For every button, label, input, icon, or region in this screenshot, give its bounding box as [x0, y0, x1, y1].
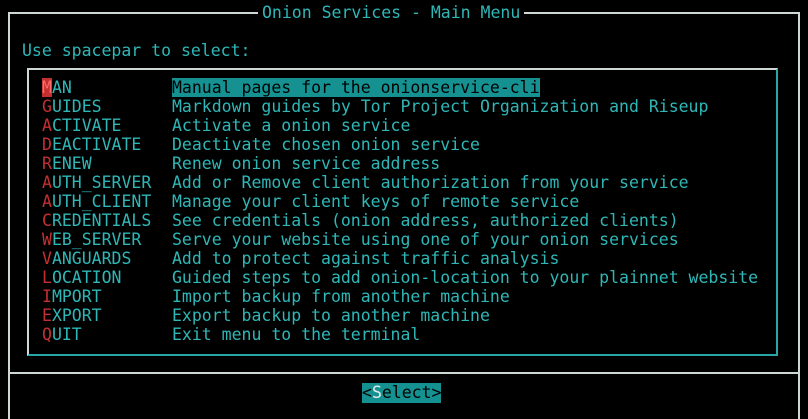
menu-item-description: Serve your website using one of your oni… — [172, 230, 679, 249]
menu-item-hotkey: M — [42, 78, 52, 97]
menu-item-tag: AUTH_SERVER — [42, 173, 151, 192]
menu-item-tag: QUIT — [42, 325, 82, 344]
menu-item-tag: MAN — [42, 78, 72, 97]
menu-item-hotkey: A — [42, 173, 52, 192]
button-area-divider — [8, 372, 800, 374]
menu-item[interactable]: GUIDES Markdown guides by Tor Project Org… — [42, 97, 772, 116]
select-button-open: < — [362, 383, 372, 402]
menu-item[interactable]: LOCATION Guided steps to add onion-locati… — [42, 268, 772, 287]
menu-item[interactable]: ACTIVATE Activate a onion service — [42, 116, 772, 135]
menu-item-tag-rest: ANGUARDS — [51, 249, 132, 268]
menu-item-hotkey: A — [42, 192, 52, 211]
menu-item-tag-rest: REDENTIALS — [51, 211, 152, 230]
menu-item-hotkey: W — [42, 230, 52, 249]
menu-item[interactable]: DEACTIVATE Deactivate chosen onion servic… — [42, 135, 772, 154]
menu-item[interactable]: WEB_SERVER Serve your website using one o… — [42, 230, 772, 249]
menu-item-description: Deactivate chosen onion service — [172, 135, 480, 154]
menu-item[interactable]: MAN Manual pages for the onionservice-cli — [42, 78, 772, 97]
menu-item-hotkey: A — [42, 116, 52, 135]
menu-item-description: Import backup from another machine — [172, 287, 510, 306]
select-button-close: > — [431, 383, 442, 402]
menu-item-tag: DEACTIVATE — [42, 135, 141, 154]
menu-item-tag: ACTIVATE — [42, 116, 121, 135]
menu-item-description: Markdown guides by Tor Project Organizat… — [172, 97, 709, 116]
menu-item-hotkey: E — [42, 306, 52, 325]
menu-item-hotkey: L — [42, 268, 52, 287]
menu-item-tag-rest: EB_SERVER — [51, 230, 142, 249]
menu-item[interactable]: QUIT Exit menu to the terminal — [42, 325, 772, 344]
menu-item[interactable]: IMPORT Import backup from another machine — [42, 287, 772, 306]
select-button[interactable]: <Select> — [362, 383, 442, 403]
dialog-border-left — [8, 12, 10, 419]
menu-item-tag-rest: XPORT — [51, 306, 102, 325]
menu-item-tag: VANGUARDS — [42, 249, 131, 268]
select-button-label: elect — [381, 383, 432, 402]
menu-item-tag-rest: UTH_SERVER — [51, 173, 152, 192]
menu-item[interactable]: RENEW Renew onion service address — [42, 154, 772, 173]
menu-item-hotkey: G — [42, 97, 52, 116]
menu-item-tag-rest: CTIVATE — [51, 116, 122, 135]
menu-item-tag: CREDENTIALS — [42, 211, 151, 230]
menu-item-tag: LOCATION — [42, 268, 121, 287]
menu-item-hotkey: R — [42, 154, 52, 173]
menu-item-description: Export backup to another machine — [172, 306, 490, 325]
menu-item-description: Renew onion service address — [172, 154, 441, 173]
menu-item-description: Add to protect against traffic analysis — [172, 249, 560, 268]
menu-item[interactable]: AUTH_CLIENT Manage your client keys of re… — [42, 192, 772, 211]
menu-item-tag-rest: UIT — [51, 325, 82, 344]
menu-item-description: Manage your client keys of remote servic… — [172, 192, 580, 211]
menu-item-description: Add or Remove client authorization from … — [172, 173, 689, 192]
menu-item-tag: WEB_SERVER — [42, 230, 141, 249]
select-button-hotkey: S — [371, 383, 382, 402]
menu-item-hotkey: Q — [42, 325, 52, 344]
dialog-border-right — [798, 12, 800, 419]
menu-item-description: Activate a onion service — [172, 116, 411, 135]
menu-item-tag: EXPORT — [42, 306, 102, 325]
menu-item-tag-rest: OCATION — [51, 268, 122, 287]
menu-item[interactable]: CREDENTIALS See credentials (onion addres… — [42, 211, 772, 230]
menu-item-tag: RENEW — [42, 154, 92, 173]
menu-item-description: Guided steps to add onion-location to yo… — [172, 268, 759, 287]
menu-item-hotkey: I — [42, 287, 52, 306]
menu-item-tag-rest: AN — [51, 78, 72, 97]
menu-item-description: Manual pages for the onionservice-cli — [172, 78, 540, 97]
menu-item[interactable]: AUTH_SERVER Add or Remove client authoriz… — [42, 173, 772, 192]
menu-item-hotkey: V — [42, 249, 52, 268]
menu-item-tag: GUIDES — [42, 97, 102, 116]
menu-item[interactable]: VANGUARDS Add to protect against traffic … — [42, 249, 772, 268]
menu-item-tag: AUTH_CLIENT — [42, 192, 151, 211]
menu-item-tag-rest: ENEW — [51, 154, 92, 173]
dialog-prompt: Use spacepar to select: — [22, 41, 251, 60]
menu-item-description: Exit menu to the terminal — [172, 325, 421, 344]
menu-item-tag: IMPORT — [42, 287, 102, 306]
menu-item-tag-rest: UTH_CLIENT — [51, 192, 152, 211]
menu-item-hotkey: C — [42, 211, 52, 230]
menu-item[interactable]: EXPORT Export backup to another machine — [42, 306, 772, 325]
menu-item-tag-rest: MPORT — [51, 287, 102, 306]
menu-item-hotkey: D — [42, 135, 52, 154]
menu-list[interactable]: MAN Manual pages for the onionservice-cli… — [42, 78, 772, 344]
dialog-title: Onion Services - Main Menu — [258, 2, 525, 24]
menu-item-tag-rest: EACTIVATE — [51, 135, 142, 154]
menu-item-description: See credentials (onion address, authoriz… — [172, 211, 679, 230]
main-menu-dialog: Onion Services - Main Menu Use spacepar … — [0, 0, 808, 419]
menu-item-tag-rest: UIDES — [51, 97, 102, 116]
